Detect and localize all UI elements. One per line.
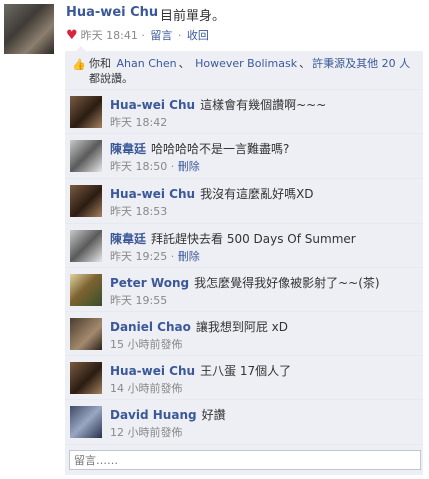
comment-time[interactable]: 昨天 18:42 — [110, 116, 167, 129]
comment-item: Hua-wei Chu 我沒有這麼亂好嗎XD 昨天 18:53 — [65, 179, 423, 224]
thumbs-up-icon: 👍 — [72, 58, 86, 71]
heart-icon: ♥ — [66, 28, 78, 43]
author-name[interactable]: Hua-wei Chu — [66, 5, 158, 20]
comment-author[interactable]: David Huang — [110, 408, 197, 422]
delete-link[interactable]: 刪除 — [178, 250, 200, 263]
comment-author[interactable]: Hua-wei Chu — [110, 98, 195, 112]
comment-avatar[interactable] — [70, 406, 102, 438]
likes-prefix: 你和 — [89, 57, 111, 70]
comment-input[interactable] — [69, 450, 421, 470]
liker-2[interactable]: However Bolimask — [193, 57, 299, 70]
comment-avatar[interactable] — [70, 96, 102, 128]
likes-text: 你和 Ahan Chen、 However Bolimask、許秉源及其他 20… — [89, 57, 412, 85]
comment-time[interactable]: 昨天 19:55 — [110, 294, 167, 307]
comment-avatar[interactable] — [70, 185, 102, 217]
comment-link[interactable]: 留言 — [150, 29, 172, 42]
likes-suffix: 都說讚。 — [89, 72, 133, 85]
comment-time[interactable]: 12 小時前發佈 — [110, 426, 183, 439]
comment-text: 這樣會有幾個讚啊~~~ — [200, 98, 327, 112]
comment-time[interactable]: 15 小時前發佈 — [110, 338, 183, 351]
comment-item: Daniel Chao 讓我想到阿屁 xD 15 小時前發佈 — [65, 312, 423, 356]
comment-text: 王八蛋 17個人了 — [200, 364, 292, 378]
comment-text: 讓我想到阿屁 xD — [195, 320, 289, 334]
comment-avatar[interactable] — [70, 362, 102, 394]
post-meta: ♥ 昨天 18:41 · 留言 · 收回 — [66, 28, 209, 43]
author-avatar[interactable] — [4, 4, 54, 54]
likes-row: 👍 你和 Ahan Chen、 However Bolimask、許秉源及其他 … — [65, 51, 423, 90]
comment-avatar[interactable] — [70, 274, 102, 306]
comment-item: Peter Wong 我怎麼覺得我好像被影射了~~(茶) 昨天 19:55 — [65, 268, 423, 312]
comment-time[interactable]: 昨天 18:50 — [110, 160, 167, 173]
unlike-link[interactable]: 收回 — [187, 29, 209, 42]
comment-text: 我怎麼覺得我好像被影射了~~(茶) — [194, 276, 380, 290]
comment-author[interactable]: Daniel Chao — [110, 320, 191, 334]
comment-item: 陳韋廷 哈哈哈哈不是一言難盡嗎? 昨天 18:50 · 刪除 — [65, 134, 423, 179]
comment-item: 陳韋廷 拜託趕快去看 500 Days Of Summer 昨天 19:25 · … — [65, 224, 423, 268]
comment-avatar[interactable] — [70, 140, 102, 172]
comment-author[interactable]: 陳韋廷 — [110, 142, 146, 156]
status-text: 目前單身。 — [160, 9, 226, 24]
comment-avatar[interactable] — [70, 318, 102, 350]
comment-text: 哈哈哈哈不是一言難盡嗎? — [151, 142, 290, 156]
comment-text: 好讚 — [201, 408, 226, 422]
post-time[interactable]: 昨天 18:41 — [81, 29, 138, 42]
comment-time[interactable]: 14 小時前發佈 — [110, 382, 183, 395]
comment-author[interactable]: Hua-wei Chu — [110, 187, 195, 201]
comment-input-row — [65, 445, 423, 475]
comment-author[interactable]: Peter Wong — [110, 276, 189, 290]
comment-avatar[interactable] — [70, 230, 102, 262]
comment-author[interactable]: 陳韋廷 — [110, 232, 146, 246]
liker-1[interactable]: Ahan Chen — [115, 57, 179, 70]
comment-author[interactable]: Hua-wei Chu — [110, 364, 195, 378]
comment-time[interactable]: 昨天 19:25 — [110, 250, 167, 263]
comment-text: 我沒有這麼亂好嗎XD — [200, 187, 314, 201]
liker-others[interactable]: 許秉源及其他 20 人 — [310, 57, 412, 70]
comment-text: 拜託趕快去看 500 Days Of Summer — [151, 232, 356, 246]
comment-time[interactable]: 昨天 18:53 — [110, 205, 167, 218]
comment-item: David Huang 好讚 12 小時前發佈 — [65, 400, 423, 445]
delete-link[interactable]: 刪除 — [178, 160, 200, 173]
comment-item: Hua-wei Chu 這樣會有幾個讚啊~~~ 昨天 18:42 — [65, 90, 423, 134]
comment-item: Hua-wei Chu 王八蛋 17個人了 14 小時前發佈 — [65, 356, 423, 400]
